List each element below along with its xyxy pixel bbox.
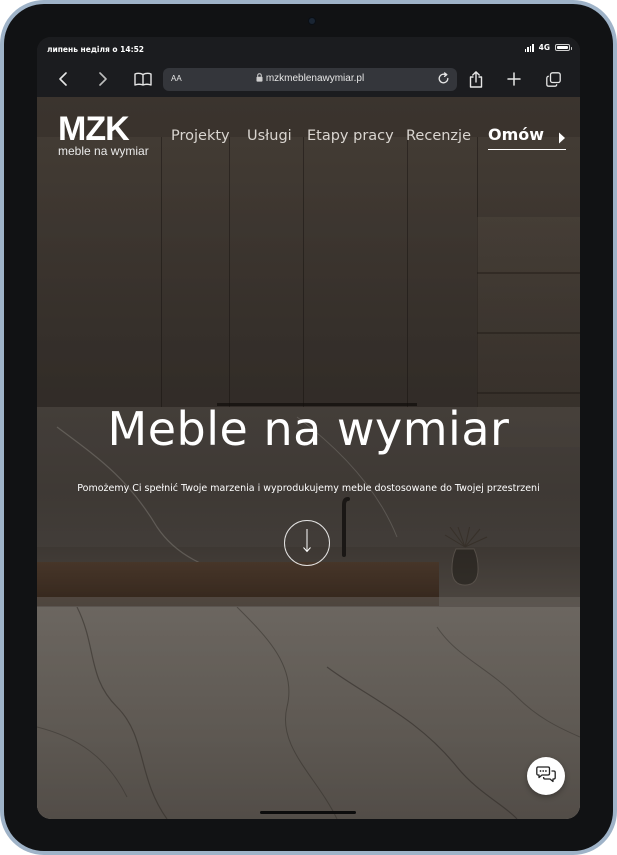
lock-icon xyxy=(256,73,263,85)
address-bar[interactable]: AA mzkmeblenawymiar.pl xyxy=(163,68,457,91)
site-header: MZK meble na wymiar Projekty Usługi Etap… xyxy=(37,97,580,167)
battery-icon xyxy=(555,44,572,51)
signal-icon xyxy=(524,44,534,52)
reload-icon[interactable] xyxy=(437,72,450,88)
logo-tagline: meble na wymiar xyxy=(58,144,149,158)
network-type: 4G xyxy=(538,43,550,52)
hero-section: MZK meble na wymiar Projekty Usługi Etap… xyxy=(37,97,580,819)
arrow-down-icon xyxy=(302,529,312,557)
hero-dark-overlay xyxy=(37,97,580,819)
nav-link-recenzje[interactable]: Recenzje xyxy=(406,128,471,144)
new-tab-icon[interactable] xyxy=(504,69,524,89)
discuss-cta-button[interactable]: Omów xyxy=(488,125,567,150)
nav-link-projekty[interactable]: Projekty xyxy=(171,128,230,144)
tabs-overview-icon[interactable] xyxy=(543,69,563,89)
browser-toolbar: AA mzkmeblenawymiar.pl xyxy=(37,61,580,97)
tablet-device: липень неділя о 14:52 4G AA mzkmeblenawy… xyxy=(0,0,617,855)
site-logo[interactable]: MZK meble na wymiar xyxy=(58,110,149,158)
back-icon[interactable] xyxy=(53,69,73,89)
hero-subtitle: Pomożemy Ci spełnić Twoje marzenia i wyp… xyxy=(77,483,540,494)
nav-link-uslugi[interactable]: Usługi xyxy=(247,128,292,144)
forward-icon[interactable] xyxy=(93,69,113,89)
status-bar: липень неділя о 14:52 4G xyxy=(37,37,580,61)
chat-button[interactable] xyxy=(527,757,565,795)
chat-bubbles-icon xyxy=(536,765,556,787)
url-display: mzkmeblenawymiar.pl xyxy=(163,73,457,85)
front-camera xyxy=(309,18,315,24)
caret-right-icon xyxy=(558,129,566,149)
nav-link-etapy-pracy[interactable]: Etapy pracy xyxy=(307,128,394,144)
status-time: липень неділя о 14:52 xyxy=(47,45,145,54)
url-text: mzkmeblenawymiar.pl xyxy=(265,73,365,84)
logo-mark: MZK xyxy=(58,110,130,148)
hero-title: Meble na wymiar xyxy=(107,402,510,456)
share-icon[interactable] xyxy=(466,69,486,89)
home-indicator[interactable] xyxy=(260,811,356,814)
scroll-down-button[interactable] xyxy=(284,520,330,566)
discuss-cta-label: Omów xyxy=(488,125,545,144)
status-indicators: 4G xyxy=(524,43,572,52)
screen: липень неділя о 14:52 4G AA mzkmeblenawy… xyxy=(37,37,580,819)
bookmarks-icon[interactable] xyxy=(133,69,153,89)
